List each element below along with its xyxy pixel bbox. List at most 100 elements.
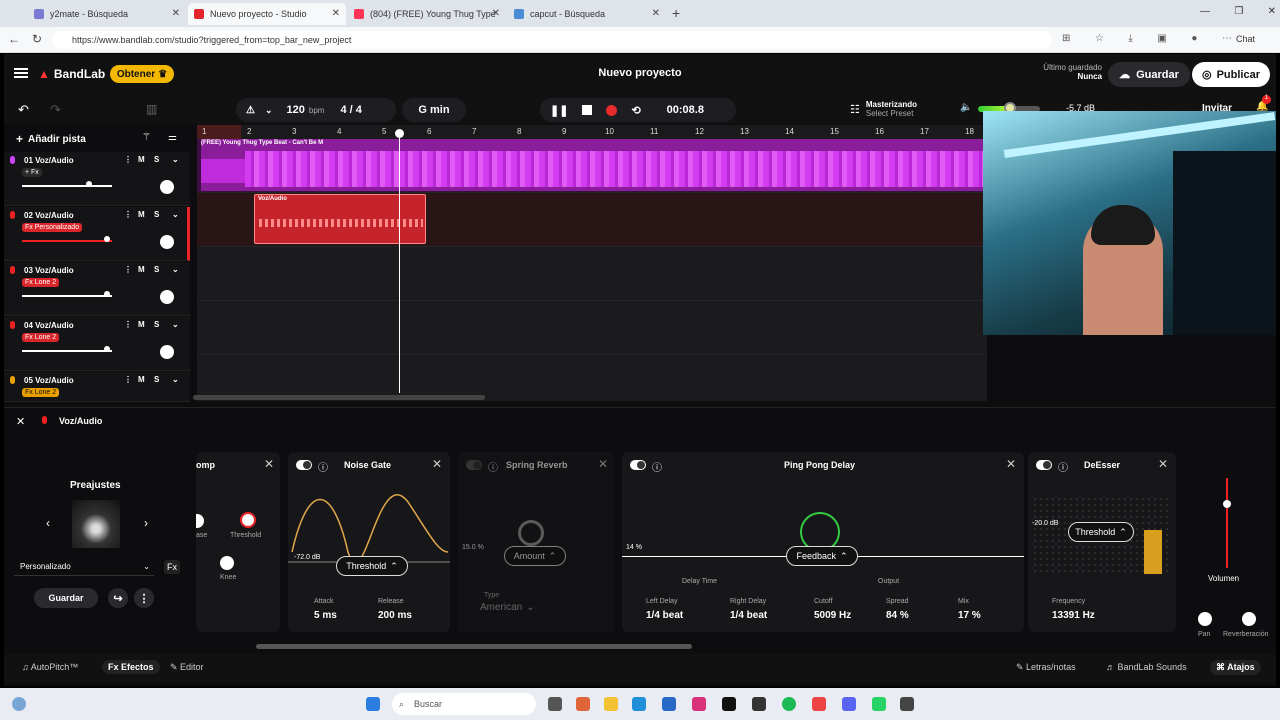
info-icon[interactable]: ⓘ	[1058, 459, 1068, 474]
pan-knob[interactable]	[160, 235, 174, 249]
audio-clip-beat[interactable]: (FREE) Young Thug Type Beat - Can't Be M	[201, 139, 987, 191]
chevron-down-icon[interactable]: ⌄	[172, 155, 179, 164]
release-value[interactable]: 200 ms	[378, 610, 412, 621]
mute-button[interactable]: M	[138, 265, 145, 274]
autopitch-tab[interactable]: ♫ AutoPitch™	[22, 662, 78, 672]
fx-button[interactable]: Fx Personalizado	[22, 223, 83, 232]
solo-button[interactable]: S	[154, 375, 159, 384]
speaker-icon[interactable]: 🔈	[960, 102, 972, 113]
metronome-icon[interactable]: ⚠	[246, 105, 255, 116]
windows-start-icon[interactable]	[366, 697, 380, 711]
more-icon[interactable]: ⋮	[124, 375, 132, 384]
track-lane[interactable]	[197, 355, 987, 409]
publish-button[interactable]: ◎ Publicar	[1192, 62, 1270, 87]
menu-icon[interactable]	[14, 68, 28, 78]
key-selector[interactable]: G min	[402, 98, 466, 122]
track-volume-slider[interactable]	[22, 240, 112, 242]
effect-toggle[interactable]	[630, 460, 646, 470]
volume-thumb[interactable]	[86, 181, 92, 187]
close-tab-icon[interactable]: ✕	[652, 8, 660, 19]
close-icon[interactable]: ✕	[432, 457, 442, 471]
track-lane[interactable]	[197, 247, 987, 301]
close-tab-icon[interactable]: ✕	[172, 8, 180, 19]
volume-thumb[interactable]	[104, 346, 110, 352]
track-header[interactable]: 05 Voz/Audio Fx Lone 2 ⋮ M S ⌄	[4, 372, 190, 402]
extension-icon[interactable]: ⊞	[1062, 33, 1070, 44]
track-lanes[interactable]: (FREE) Young Thug Type Beat - Can't Be M…	[193, 129, 987, 409]
download-icon[interactable]: ⤓	[1128, 33, 1132, 44]
reverb-amount-knob[interactable]	[518, 520, 544, 546]
star-icon[interactable]: ☆	[1095, 33, 1104, 44]
track-volume-slider[interactable]	[22, 350, 112, 352]
mute-button[interactable]: M	[138, 375, 145, 384]
collections-icon[interactable]: ▣	[1157, 33, 1166, 44]
whatsapp-icon[interactable]	[872, 697, 886, 711]
close-window-icon[interactable]: ✕	[1268, 6, 1276, 17]
chevron-right-icon[interactable]: ›	[144, 516, 148, 530]
pause-icon[interactable]: ❚❚	[550, 104, 568, 117]
fx-button[interactable]: + Fx	[22, 168, 42, 177]
project-title[interactable]: Nuevo proyecto	[584, 67, 696, 79]
left-delay-value[interactable]: 1/4 beat	[646, 610, 683, 621]
shortcuts-tab[interactable]: ⌘ Atajos	[1210, 660, 1261, 675]
knee-knob[interactable]	[220, 556, 234, 570]
chevron-down-icon[interactable]: ⌄	[172, 210, 179, 219]
close-tab-icon[interactable]: ✕	[332, 8, 340, 19]
close-tab-icon[interactable]: ✕	[492, 8, 500, 19]
more-icon[interactable]: ⋯	[1222, 33, 1232, 44]
close-icon[interactable]: ✕	[1006, 457, 1016, 471]
loop-icon[interactable]: ⟲	[631, 104, 640, 117]
stop-icon[interactable]	[582, 105, 593, 115]
track-volume-slider[interactable]	[22, 295, 112, 297]
effect-toggle[interactable]	[296, 460, 312, 470]
delay-param-select[interactable]: Feedback ⌃	[786, 546, 858, 566]
edge-icon[interactable]	[632, 697, 646, 711]
fx-toggle-icon[interactable]: Fx	[164, 560, 180, 574]
minimize-icon[interactable]: —	[1200, 6, 1210, 17]
info-icon[interactable]: ⓘ	[652, 459, 662, 474]
info-icon[interactable]: ⓘ	[318, 459, 328, 474]
right-delay-value[interactable]: 1/4 beat	[730, 610, 767, 621]
add-track-button[interactable]: + Añadir pista	[16, 132, 86, 146]
maximize-icon[interactable]: ❐	[1234, 6, 1243, 17]
mute-button[interactable]: M	[138, 320, 145, 329]
bpm-value[interactable]: 120	[287, 104, 305, 116]
tiktok-icon[interactable]	[722, 697, 736, 711]
effects-tab[interactable]: Fx Efectos	[102, 660, 160, 674]
brave-icon[interactable]	[812, 697, 826, 711]
spread-value[interactable]: 84 %	[886, 610, 909, 621]
volume-thumb[interactable]	[104, 236, 110, 242]
track-volume-slider[interactable]	[22, 185, 112, 187]
epic-games-icon[interactable]	[752, 697, 766, 711]
more-icon[interactable]: ⋮	[124, 210, 132, 219]
url-input[interactable]: https://www.bandlab.com/studio?triggered…	[52, 31, 1052, 49]
track-header[interactable]: 04 Voz/Audio Fx Lone 2 ⋮ M S ⌄	[4, 317, 190, 371]
filter-icon[interactable]: ⚌	[168, 132, 177, 143]
spotify-icon[interactable]	[782, 697, 796, 711]
save-button[interactable]: ☁ Guardar	[1108, 62, 1190, 87]
browser-tab[interactable]: y2mate - Búsqueda ✕	[28, 3, 186, 25]
solo-button[interactable]: S	[154, 320, 159, 329]
undo-icon[interactable]: ↶	[18, 102, 29, 118]
chevron-down-icon[interactable]: ⌄	[172, 320, 179, 329]
volume-thumb[interactable]	[104, 291, 110, 297]
playhead[interactable]	[399, 131, 400, 393]
taskbar-search[interactable]: ⌕ Buscar	[392, 693, 536, 715]
instagram-icon[interactable]	[692, 697, 706, 711]
preset-select[interactable]: Personalizado ⌄	[14, 558, 154, 576]
bandlab-sounds-tab[interactable]: ♬ BandLab Sounds	[1106, 662, 1187, 672]
file-explorer-icon[interactable]	[604, 697, 618, 711]
time-signature[interactable]: 4 / 4	[340, 104, 361, 116]
pan-knob[interactable]	[1198, 612, 1212, 626]
fx-button[interactable]: Fx Lone 2	[22, 388, 60, 397]
pan-knob[interactable]	[160, 290, 174, 304]
mix-value[interactable]: 17 %	[958, 610, 981, 621]
piano-icon[interactable]: ▥	[146, 102, 157, 116]
chevron-down-icon[interactable]: ⌄	[265, 105, 273, 116]
close-icon[interactable]: ✕	[1158, 457, 1168, 471]
track-volume-fader[interactable]	[1226, 478, 1228, 568]
track-header[interactable]: 01 Voz/Audio + Fx ⋮ M S ⌄	[4, 152, 190, 206]
more-icon[interactable]: ⋮	[124, 320, 132, 329]
solo-button[interactable]: S	[154, 210, 159, 219]
browser-tab-active[interactable]: Nuevo proyecto - Studio ✕	[188, 3, 346, 25]
